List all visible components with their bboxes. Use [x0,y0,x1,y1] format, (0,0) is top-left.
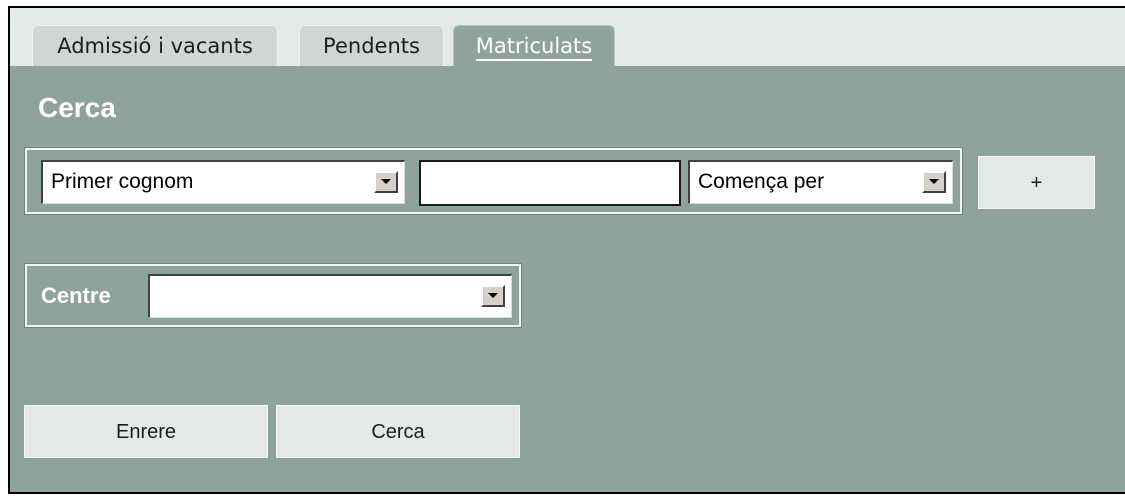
chevron-down-icon[interactable] [922,171,946,193]
add-criteria-button-label: + [1030,172,1043,194]
add-criteria-button[interactable]: + [978,156,1095,209]
main-panel: Admissió i vacants Pendents Matriculats … [8,6,1125,494]
tab-matriculats-label: Matriculats [475,34,593,61]
tab-pendents[interactable]: Pendents [299,25,444,66]
field-select-value: Primer cognom [51,170,194,193]
search-value-input[interactable] [419,160,681,206]
tab-admissio-vacants[interactable]: Admissió i vacants [32,25,278,66]
search-button-label: Cerca [371,421,425,443]
centre-label: Centre [41,283,111,308]
centre-filter-group: Centre [24,263,522,328]
search-button[interactable]: Cerca [276,405,520,458]
tab-pendents-label: Pendents [323,34,420,58]
tab-bar: Admissió i vacants Pendents Matriculats [10,8,1125,66]
tab-admissio-vacants-label: Admissió i vacants [57,34,253,58]
field-select[interactable]: Primer cognom [41,160,405,204]
chevron-down-icon[interactable] [374,171,398,193]
operator-select-value: Comença per [698,170,825,193]
operator-select[interactable]: Comença per [688,160,953,204]
centre-select[interactable] [148,274,512,318]
tab-matriculats[interactable]: Matriculats [453,25,615,66]
back-button-label: Enrere [115,421,177,443]
search-criteria-group: Primer cognom Comença per [24,147,963,215]
section-title: Cerca [38,92,116,123]
chevron-down-icon[interactable] [481,285,505,307]
back-button[interactable]: Enrere [24,405,268,458]
